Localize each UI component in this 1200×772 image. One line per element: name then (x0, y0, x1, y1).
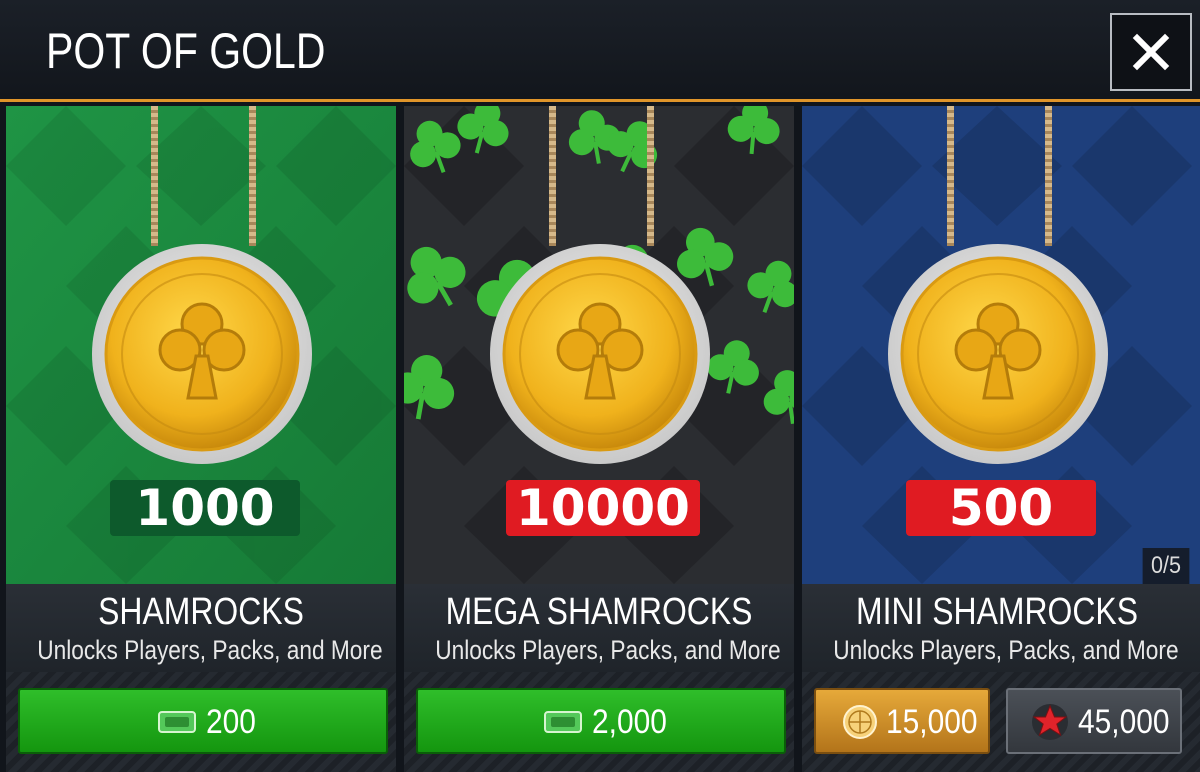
cash-icon (158, 711, 196, 733)
mega-shamrocks-card[interactable]: 10000 MEGA SHAMROCKS Unlocks Players, Pa… (404, 106, 794, 772)
item-description: Unlocks Players, Packs, and More (435, 635, 781, 665)
purchase-bar: 2,000 (404, 672, 794, 772)
hanging-rope (947, 106, 954, 246)
card-artwork: 500 0/5 (802, 106, 1200, 584)
price-value: 45,000 (1078, 703, 1170, 741)
item-name: MEGA SHAMROCKS (445, 591, 753, 633)
buy-with-coins-button[interactable]: 15,000 (814, 688, 990, 754)
amount-badge: 500 (906, 480, 1096, 536)
hanging-rope (249, 106, 256, 246)
hanging-rope (549, 106, 556, 246)
dialog-header: POT OF GOLD (0, 0, 1200, 102)
buy-with-cash-button[interactable]: 2,000 (416, 688, 786, 754)
item-info: SHAMROCKS Unlocks Players, Packs, and Mo… (6, 584, 396, 672)
buy-with-cash-button[interactable]: 200 (18, 688, 388, 754)
purchase-bar: 200 (6, 672, 396, 772)
price-value: 2,000 (592, 703, 667, 741)
basketball-coin-icon (843, 705, 877, 739)
pot-of-gold-dialog: POT OF GOLD 1000 SHAMROCKS Unlocks Playe… (0, 0, 1200, 772)
card-artwork: 10000 (404, 106, 794, 584)
red-star-icon (1032, 704, 1068, 740)
item-name: SHAMROCKS (98, 591, 304, 633)
price-value: 200 (206, 703, 256, 741)
cash-icon (544, 711, 582, 733)
amount-badge: 10000 (506, 480, 700, 536)
hanging-rope (647, 106, 654, 246)
price-value: 15,000 (886, 703, 978, 741)
item-description: Unlocks Players, Packs, and More (37, 635, 383, 665)
shamrocks-card[interactable]: 1000 SHAMROCKS Unlocks Players, Packs, a… (6, 106, 396, 772)
purchase-count: 0/5 (1142, 548, 1190, 584)
buy-with-stars-button[interactable]: 45,000 (1006, 688, 1182, 754)
item-info: MEGA SHAMROCKS Unlocks Players, Packs, a… (404, 584, 794, 672)
hanging-rope (151, 106, 158, 246)
gold-shamrock-coin-icon (490, 244, 710, 464)
close-button[interactable] (1110, 13, 1192, 91)
item-name: MINI SHAMROCKS (855, 591, 1138, 633)
close-icon (1132, 33, 1170, 71)
item-info: MINI SHAMROCKS Unlocks Players, Packs, a… (802, 584, 1200, 672)
purchase-bar: 15,000 45,000 (802, 672, 1200, 772)
gold-shamrock-coin-icon (92, 244, 312, 464)
amount-badge: 1000 (110, 480, 300, 536)
hanging-rope (1045, 106, 1052, 246)
dialog-title: POT OF GOLD (46, 23, 326, 79)
item-description: Unlocks Players, Packs, and More (833, 635, 1179, 665)
gold-shamrock-coin-icon (888, 244, 1108, 464)
mini-shamrocks-card[interactable]: 500 0/5 MINI SHAMROCKS Unlocks Players, … (802, 106, 1200, 772)
card-artwork: 1000 (6, 106, 396, 584)
